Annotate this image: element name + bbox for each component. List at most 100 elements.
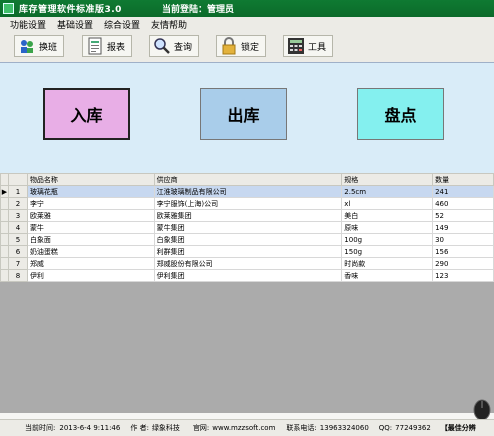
cell-name[interactable]: 欧莱雅 — [26, 209, 155, 222]
row-indicator — [0, 245, 9, 258]
cell-supplier[interactable]: 李宁服饰(上海)公司 — [153, 197, 343, 210]
author-value: 绿象科技 — [151, 424, 180, 432]
cell-name[interactable]: 白象面 — [26, 233, 155, 246]
login-status: 当前登陆：管理员 — [161, 5, 234, 15]
tools-button[interactable]: 工具 — [283, 35, 333, 57]
cell-name[interactable]: 蒙牛 — [26, 221, 155, 234]
shift-change-label: 换班 — [39, 42, 58, 53]
table-row[interactable]: 4 蒙牛 蒙牛集团 原味 149 — [0, 221, 494, 234]
row-number: 7 — [7, 257, 28, 270]
cell-supplier[interactable]: 白象集团 — [153, 233, 343, 246]
table-row[interactable]: ▶ 1 玻璃花瓶 江淮玻璃制品有限公司 2.5cm 241 — [0, 185, 494, 198]
row-indicator — [0, 209, 9, 222]
qq-value: 77249362 — [395, 424, 431, 432]
cell-name[interactable]: 郑威 — [26, 257, 155, 270]
table-row[interactable]: 7 郑威 郑威股份有限公司 时尚款 290 — [0, 257, 494, 270]
stock-in-button[interactable]: 入库 — [43, 88, 130, 140]
cell-quantity[interactable]: 460 — [432, 197, 494, 210]
column-header-spec[interactable]: 规格 — [341, 173, 434, 186]
report-label: 报表 — [107, 42, 126, 53]
cell-spec[interactable]: 时尚款 — [341, 257, 434, 270]
query-button[interactable]: 查询 — [149, 35, 199, 57]
column-header-quantity[interactable]: 数量 — [432, 173, 494, 186]
table-row[interactable]: 5 白象面 白象集团 100g 30 — [0, 233, 494, 246]
table-row[interactable]: 6 奶油蛋糕 利群集团 150g 156 — [0, 245, 494, 258]
cell-quantity[interactable]: 52 — [432, 209, 494, 222]
menu-help[interactable]: 友情帮助 — [151, 18, 187, 31]
row-number: 1 — [7, 185, 28, 198]
cell-name[interactable]: 李宁 — [26, 197, 155, 210]
cell-name[interactable]: 伊利 — [26, 269, 155, 282]
cell-supplier[interactable]: 蒙牛集团 — [153, 221, 343, 234]
inventory-button[interactable]: 盘点 — [357, 88, 444, 140]
time-value: 2013-6-4 9:11:46 — [59, 424, 121, 432]
cell-quantity[interactable]: 290 — [432, 257, 494, 270]
cell-spec[interactable]: 香味 — [341, 269, 434, 282]
stock-out-button[interactable]: 出库 — [200, 88, 287, 140]
cell-supplier[interactable]: 伊利集团 — [153, 269, 343, 282]
cell-quantity[interactable]: 149 — [432, 221, 494, 234]
cell-spec[interactable]: 100g — [341, 233, 434, 246]
column-header-supplier[interactable]: 供应商 — [153, 173, 343, 186]
site-link[interactable]: www.mzzsoft.com — [212, 424, 275, 432]
app-icon — [3, 3, 14, 14]
cell-spec[interactable]: 美白 — [341, 209, 434, 222]
report-button[interactable]: 报表 — [82, 35, 132, 57]
column-header-name[interactable]: 物品名称 — [26, 173, 155, 186]
table-row[interactable]: 3 欧莱雅 欧莱雅集团 美白 52 — [0, 209, 494, 222]
cell-quantity[interactable]: 241 — [432, 185, 494, 198]
cell-supplier[interactable]: 郑威股份有限公司 — [153, 257, 343, 270]
row-indicator — [0, 197, 9, 210]
site-label: 官网: — [192, 424, 210, 432]
row-number-header — [7, 173, 28, 186]
query-label: 查询 — [174, 42, 193, 53]
cell-quantity[interactable]: 123 — [432, 269, 494, 282]
cell-supplier[interactable]: 利群集团 — [153, 245, 343, 258]
current-row-icon: ▶ — [0, 185, 9, 198]
cell-spec[interactable]: xl — [341, 197, 434, 210]
cell-name[interactable]: 奶油蛋糕 — [26, 245, 155, 258]
app-window: 库存管理软件标准版3.0 当前登陆：管理员 功能设置 基础设置 综合设置 友情帮… — [0, 0, 494, 436]
menu-bar: 功能设置 基础设置 综合设置 友情帮助 — [0, 17, 494, 32]
table-row[interactable]: 8 伊利 伊利集团 香味 123 — [0, 269, 494, 282]
toolbar: 换班 报表 查询 锁定 工具 — [0, 32, 494, 63]
row-number: 5 — [7, 233, 28, 246]
cell-name[interactable]: 玻璃花瓶 — [26, 185, 155, 198]
cell-supplier[interactable]: 江淮玻璃制品有限公司 — [153, 185, 343, 198]
people-swap-icon — [18, 37, 36, 55]
main-panel: 入库 出库 盘点 — [0, 63, 494, 173]
row-number: 6 — [7, 245, 28, 258]
lock-label: 锁定 — [241, 42, 260, 53]
table-row[interactable]: 2 李宁 李宁服饰(上海)公司 xl 460 — [0, 197, 494, 210]
tools-label: 工具 — [308, 42, 327, 53]
menu-basic-settings[interactable]: 基础设置 — [57, 18, 93, 31]
row-indicator — [0, 257, 9, 270]
row-indicator — [0, 269, 9, 282]
phone-value: 13963324060 — [319, 424, 369, 432]
status-bar: 当前时间: 2013-6-4 9:11:46 作 者: 绿象科技 官网: www… — [0, 419, 494, 436]
lock-button[interactable]: 锁定 — [216, 35, 266, 57]
shift-change-button[interactable]: 换班 — [14, 35, 64, 57]
cell-spec[interactable]: 150g — [341, 245, 434, 258]
cell-quantity[interactable]: 156 — [432, 245, 494, 258]
table-header: 物品名称 供应商 规格 数量 — [0, 173, 494, 186]
row-number: 2 — [7, 197, 28, 210]
cell-spec[interactable]: 2.5cm — [341, 185, 434, 198]
calculator-icon — [287, 37, 305, 55]
menu-function-settings[interactable]: 功能设置 — [10, 18, 46, 31]
cell-spec[interactable]: 原味 — [341, 221, 434, 234]
row-number: 4 — [7, 221, 28, 234]
row-indicator — [0, 233, 9, 246]
menu-general-settings[interactable]: 综合设置 — [104, 18, 140, 31]
resolution-note: 【最佳分辨 — [440, 424, 476, 432]
row-number: 8 — [7, 269, 28, 282]
report-icon — [86, 37, 104, 55]
cell-quantity[interactable]: 30 — [432, 233, 494, 246]
magnifier-icon — [153, 37, 171, 55]
inventory-table: 物品名称 供应商 规格 数量 ▶ 1 玻璃花瓶 江淮玻璃制品有限公司 2.5cm… — [0, 173, 494, 413]
lock-icon — [220, 37, 238, 55]
phone-label: 联系电话: — [286, 424, 317, 432]
row-indicator — [0, 221, 9, 234]
cell-supplier[interactable]: 欧莱雅集团 — [153, 209, 343, 222]
mouse-icon — [473, 399, 491, 420]
